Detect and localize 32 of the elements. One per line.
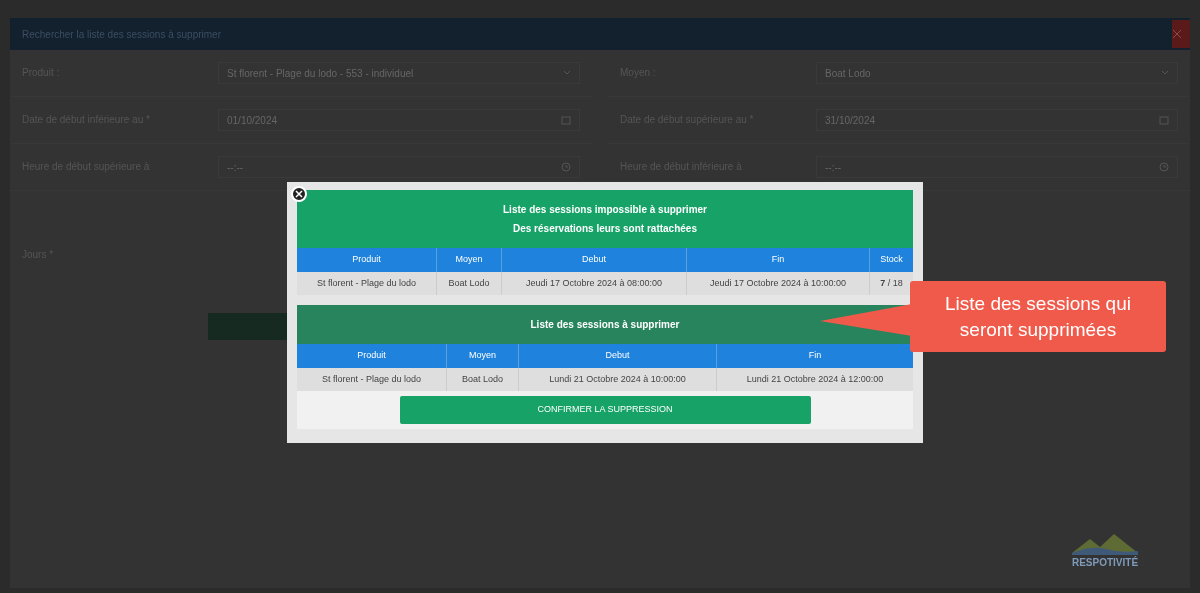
column-header: Moyen [447, 344, 519, 368]
table-cell: Jeudi 17 Octobre 2024 à 08:00:00 [502, 271, 687, 295]
section-title: Liste des sessions impossible à supprimer [503, 203, 707, 217]
table-cell: Boat Lodo [437, 271, 502, 295]
caret-icon [563, 70, 571, 76]
section-title: Des réservations leurs sont rattachées [513, 222, 697, 236]
close-icon [1172, 29, 1182, 39]
section-title: Liste des sessions à supprimer [530, 318, 680, 332]
column-header: Debut [502, 248, 687, 272]
logo: RESPOTIVITÉ [1070, 533, 1140, 570]
calendar-icon [1159, 115, 1169, 125]
clock-icon [561, 162, 571, 172]
table-cell-text: Lundi 21 Octobre 2024 à 12:00:00 [745, 372, 885, 386]
input-field[interactable]: --:-- [816, 156, 1178, 178]
column-header: Fin [807, 349, 823, 362]
column-header: Fin [687, 248, 870, 272]
input-field[interactable]: --:-- [218, 156, 580, 178]
column-header: Debut [519, 344, 717, 368]
mountain-icon [1070, 533, 1140, 555]
column-header: Produit [297, 344, 447, 368]
table-cell: St florent - Plage du lodo [297, 271, 437, 295]
table-cell-text: 7 / 18 [879, 276, 904, 290]
confirm-button[interactable]: CONFIRMER LA SUPPRESSION [399, 396, 811, 424]
column-header: Moyen [437, 248, 502, 272]
calendar-icon [561, 115, 571, 125]
callout: Liste des sessions qui seront supprimées [910, 281, 1166, 352]
clock-icon [1159, 162, 1169, 172]
column-header: Produit [297, 248, 437, 272]
close-icon[interactable] [291, 186, 307, 202]
table-cell: Jeudi 17 Octobre 2024 à 10:00:00 [687, 271, 870, 295]
caret-icon [1161, 70, 1169, 76]
column-header: Stock [879, 253, 904, 266]
